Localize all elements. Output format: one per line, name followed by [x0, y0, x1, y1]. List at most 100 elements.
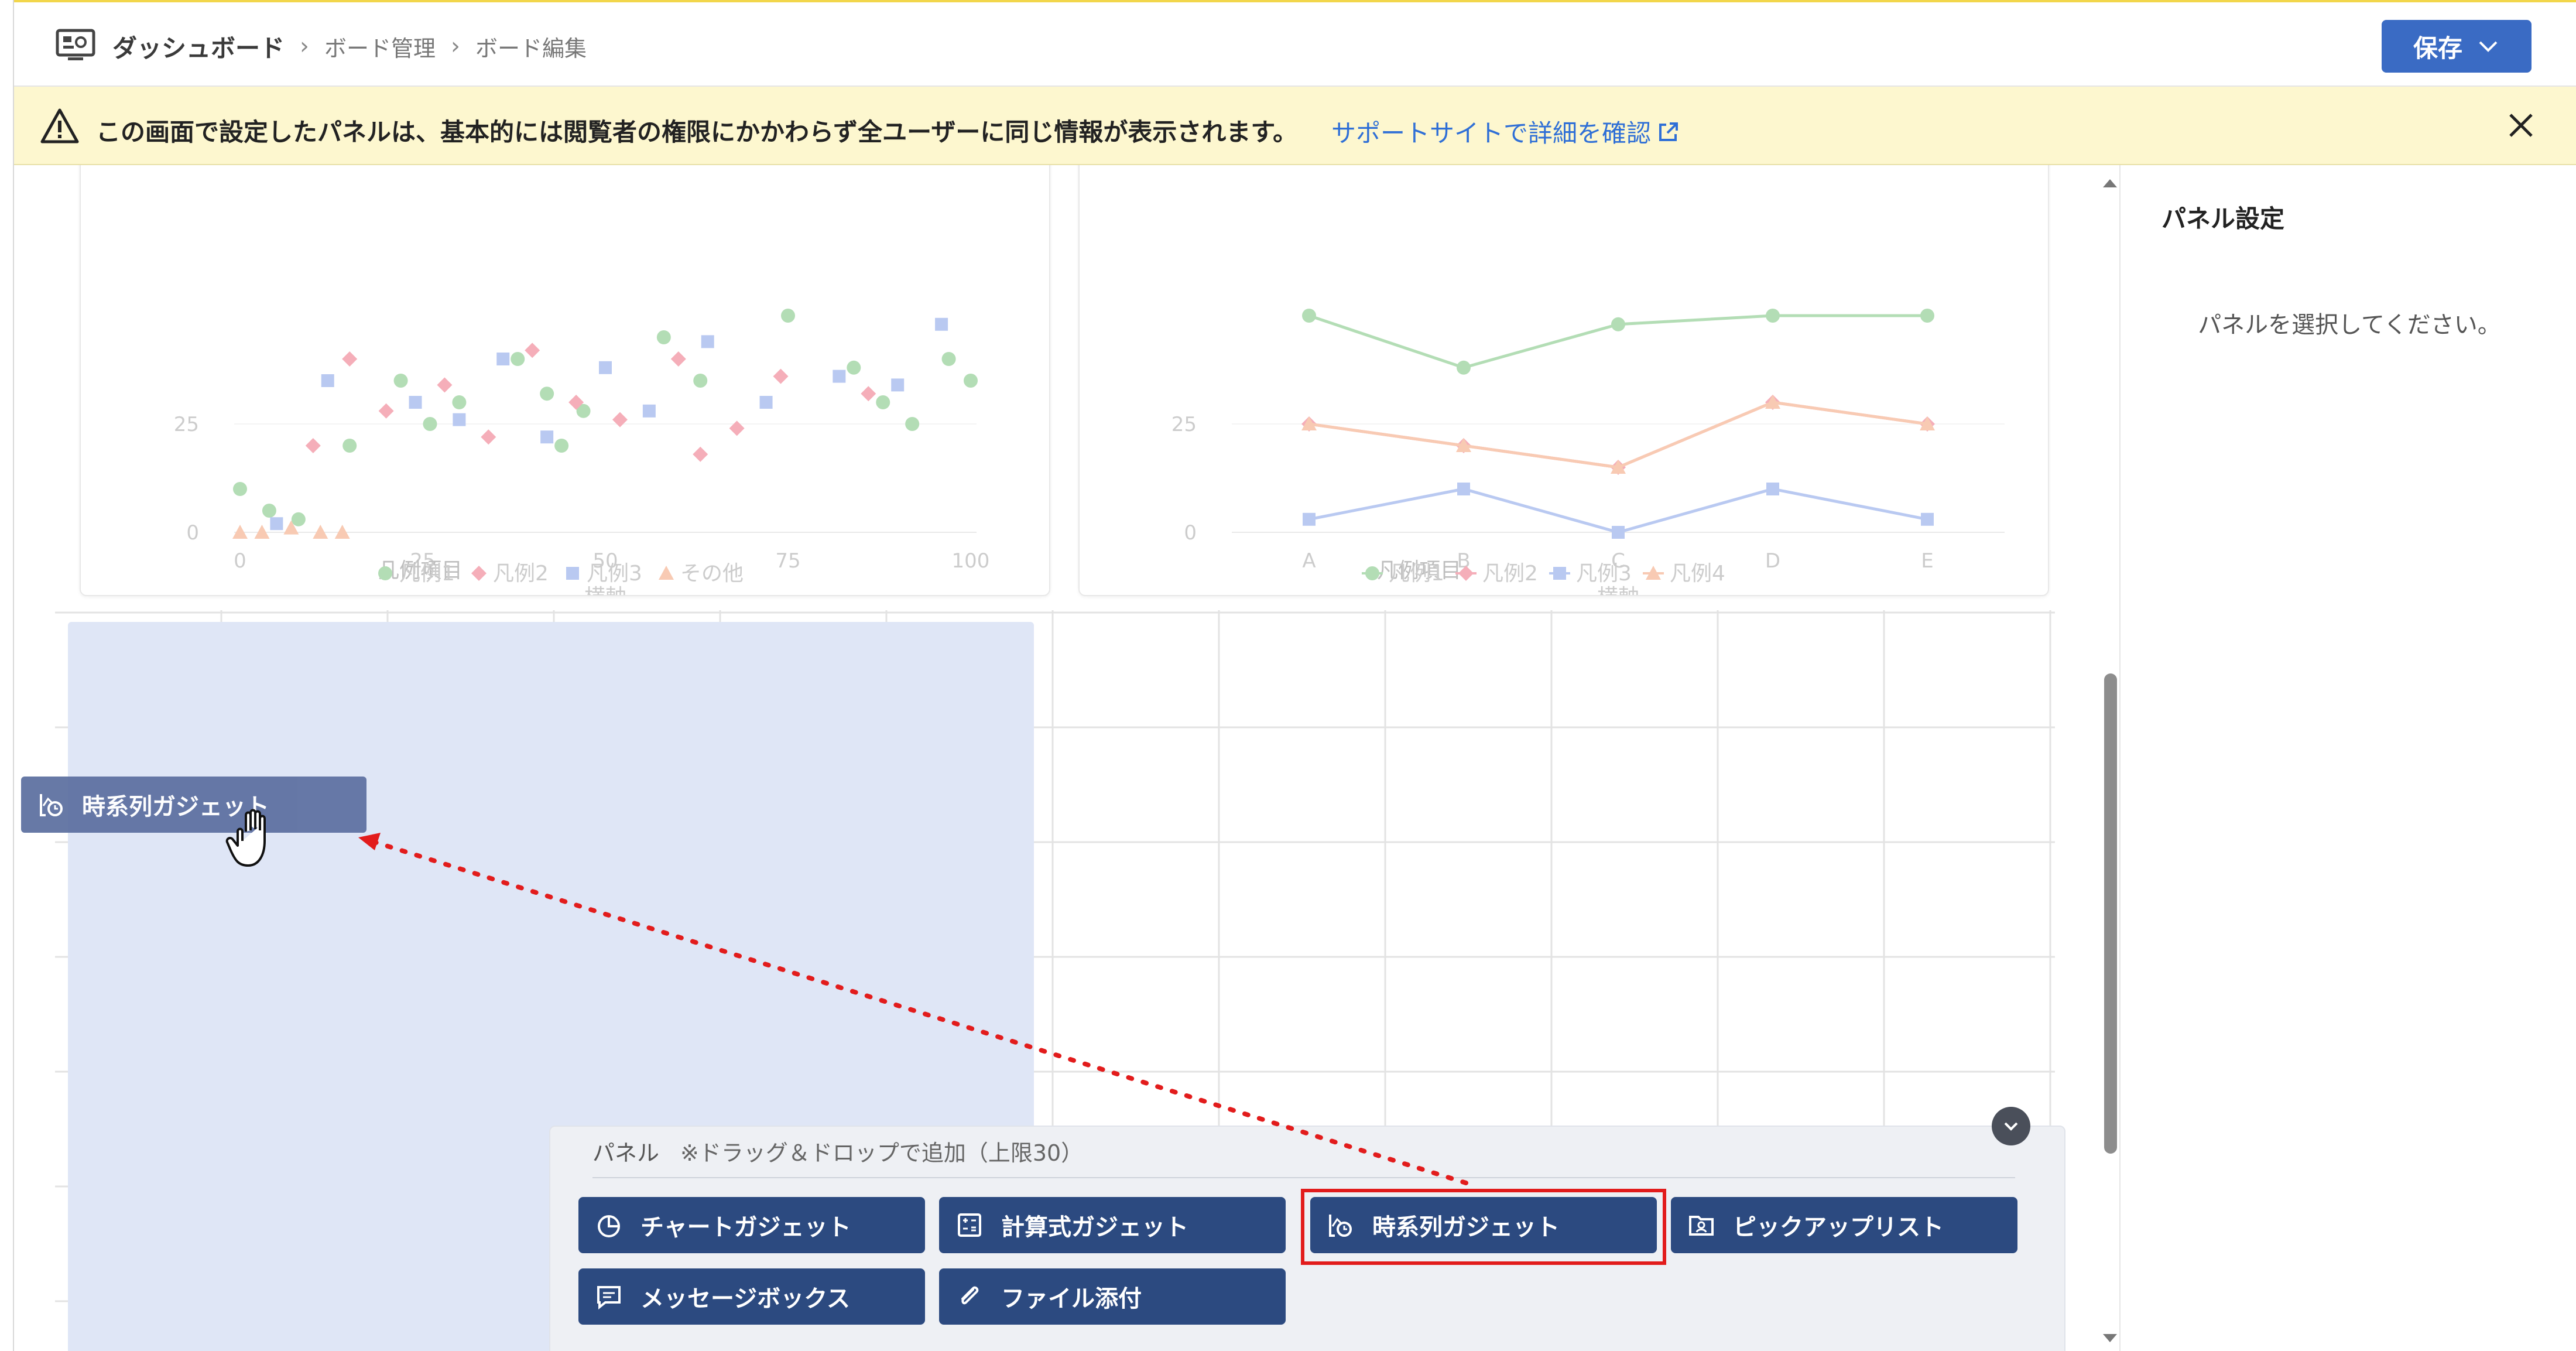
data-point: [262, 504, 276, 518]
data-point: [378, 403, 394, 419]
legend-label: 凡例1: [1389, 562, 1444, 586]
data-point: [861, 386, 876, 402]
data-point: [905, 417, 920, 431]
legend-marker: [378, 566, 392, 580]
legend-label: 凡例3: [587, 562, 642, 586]
data-point: [656, 330, 671, 344]
data-point: [964, 374, 978, 388]
x-tick-label: 100: [952, 549, 990, 573]
data-point: [1611, 317, 1625, 331]
data-point: [1921, 512, 1934, 526]
scatter-chart: 0250255075100横軸凡例項目凡例1凡例2凡例3その他: [174, 309, 990, 595]
folder-user-icon: [1689, 1216, 1714, 1236]
external-link-icon: [1659, 122, 1678, 141]
x-tick-label: E: [1921, 549, 1933, 573]
data-point: [781, 309, 795, 323]
y-tick-label: 25: [174, 413, 199, 436]
message-box-label: メッセージボックス: [640, 1285, 850, 1312]
paperclip-icon: [961, 1286, 979, 1305]
data-point: [540, 430, 554, 444]
save-button[interactable]: 保存: [2382, 20, 2532, 73]
tray-title-label: パネル: [592, 1140, 660, 1166]
file-attachment-button[interactable]: ファイル添付: [939, 1268, 1286, 1325]
data-point: [701, 335, 714, 348]
x-tick-label: A: [1302, 549, 1316, 573]
message-box-button[interactable]: メッセージボックス: [578, 1268, 925, 1325]
canvas-scrollbar[interactable]: [2098, 165, 2122, 1351]
scrollbar-thumb[interactable]: [2104, 673, 2117, 1154]
data-point: [525, 343, 540, 358]
y-tick-label: 0: [186, 521, 199, 545]
breadcrumb-root[interactable]: ダッシュボード: [112, 29, 285, 64]
data-point: [393, 374, 408, 388]
scroll-down-icon[interactable]: [2098, 1331, 2122, 1348]
panel-settings-title: パネル設定: [2161, 204, 2285, 233]
support-link[interactable]: サポートサイトで詳細を確認: [1331, 114, 1680, 149]
data-point: [693, 446, 708, 462]
collapse-tray-button[interactable]: [1992, 1107, 2030, 1145]
legend-label: 凡例2: [493, 562, 549, 586]
warning-icon: [40, 108, 79, 143]
scroll-up-icon[interactable]: [2098, 173, 2122, 191]
data-point: [1457, 360, 1471, 375]
legend-label: 凡例2: [1482, 562, 1538, 586]
formula-gadget-label: 計算式ガジェット: [1001, 1214, 1188, 1241]
grab-cursor-icon: [225, 809, 266, 867]
legend-label: 凡例4: [1670, 562, 1725, 586]
top-bar: ダッシュボード › ボード管理 › ボード編集 保存: [14, 0, 2576, 87]
dragging-gadget[interactable]: 時系列ガジェット: [21, 777, 366, 833]
data-point: [1766, 483, 1779, 495]
data-point: [437, 377, 453, 393]
x-axis-label: 横軸: [1597, 585, 1639, 595]
close-icon[interactable]: [2503, 108, 2539, 143]
data-point: [270, 517, 283, 531]
panel-settings-empty-message: パネルを選択してください。: [2198, 312, 2501, 338]
data-point: [342, 351, 358, 367]
notice-text: この画面で設定したパネルは、基本的には閲覧者の権限にかかわらず全ユーザーに同じ情…: [96, 118, 1298, 146]
data-point: [554, 439, 569, 453]
data-point: [1303, 512, 1316, 526]
y-tick-label: 0: [1184, 521, 1197, 545]
data-point: [759, 396, 773, 409]
chart-gadget-button[interactable]: チャートガジェット: [578, 1197, 925, 1253]
data-point: [1612, 526, 1625, 539]
tray-divider: [592, 1177, 2015, 1178]
data-point: [1766, 309, 1780, 323]
formula-gadget-button[interactable]: 計算式ガジェット: [939, 1197, 1286, 1253]
legend-marker: [471, 566, 487, 581]
data-point: [540, 387, 554, 401]
breadcrumb-board-management[interactable]: ボード管理: [324, 30, 436, 63]
timeseries-icon: [40, 794, 63, 816]
legend-marker: [566, 567, 579, 580]
data-point: [891, 378, 905, 392]
notice-banner: この画面で設定したパネルは、基本的には閲覧者の権限にかかわらず全ユーザーに同じ情…: [14, 87, 2576, 165]
chevron-down-icon: [2004, 1122, 2018, 1131]
data-point: [342, 439, 357, 453]
data-point: [876, 395, 890, 409]
scatter-chart-card[interactable]: 0250255075100横軸凡例項目凡例1凡例2凡例3その他: [80, 165, 1050, 596]
breadcrumb-board-edit: ボード編集: [475, 35, 587, 61]
data-point: [612, 412, 628, 427]
legend-marker: [659, 566, 674, 580]
chevron-down-icon: [2479, 41, 2498, 52]
pickup-list-button[interactable]: ピックアップリスト: [1671, 1197, 2017, 1253]
data-point: [452, 395, 467, 409]
x-tick-label: 75: [775, 549, 800, 573]
calculator-icon: [958, 1213, 981, 1237]
x-tick-label: 0: [234, 549, 246, 573]
data-point: [773, 368, 789, 384]
tray-note: ※ドラッグ＆ドロップで追加（上限30）: [680, 1140, 1084, 1166]
legend-marker: [1553, 567, 1566, 580]
save-button-label: 保存: [2413, 33, 2462, 63]
data-point: [599, 361, 612, 374]
data-point: [423, 417, 437, 431]
data-point: [453, 413, 466, 426]
pie-chart-icon: [598, 1215, 620, 1237]
data-point: [481, 429, 496, 445]
data-point: [935, 317, 948, 331]
series-line: [1308, 401, 1928, 469]
dashboard-icon: [56, 29, 95, 60]
line-chart-card[interactable]: 025ABCDE横軸凡例項目凡例1凡例2凡例3凡例4: [1078, 165, 2049, 596]
panel-settings-sidebar: パネル設定 パネルを選択してください。: [2119, 165, 2576, 1351]
data-point: [291, 512, 306, 526]
